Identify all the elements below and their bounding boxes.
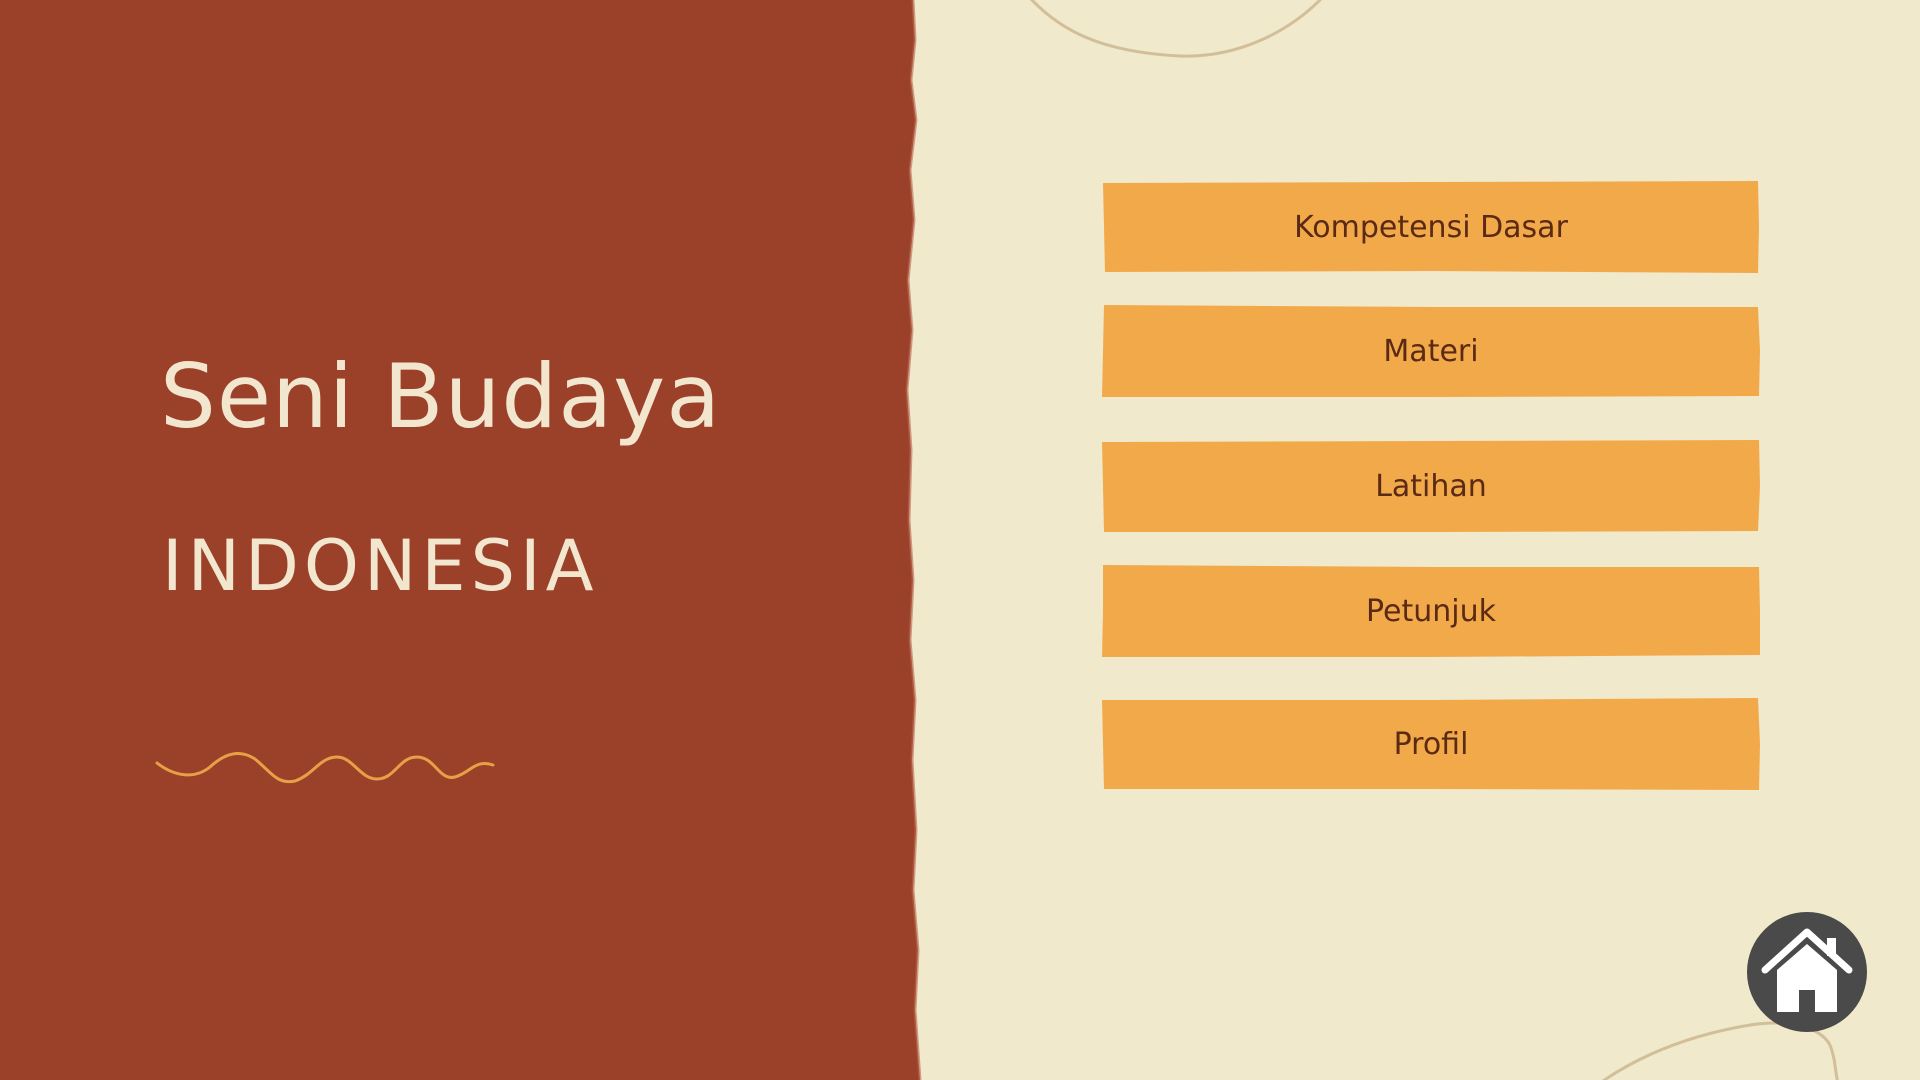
menu-button-latihan[interactable]: Latihan [1102, 440, 1760, 532]
menu-button-label: Profil [1393, 726, 1469, 762]
menu-button-kompetensi-dasar[interactable]: Kompetensi Dasar [1102, 181, 1760, 273]
menu-button-label: Petunjuk [1366, 593, 1496, 629]
squiggle-decoration [155, 751, 495, 784]
arc-decoration-top [1029, 0, 1322, 58]
page-subtitle: INDONESIA [162, 525, 599, 607]
menu-button-label: Kompetensi Dasar [1294, 209, 1568, 245]
home-icon [1761, 928, 1853, 1012]
menu-button-label: Latihan [1375, 468, 1487, 504]
slide-canvas: Seni Budaya INDONESIA Kompetensi Dasar M… [0, 0, 1920, 1080]
home-button[interactable] [1747, 912, 1867, 1032]
menu-button-label: Materi [1383, 333, 1479, 369]
menu-button-materi[interactable]: Materi [1102, 305, 1760, 397]
page-title: Seni Budaya [160, 345, 722, 448]
menu-button-petunjuk[interactable]: Petunjuk [1102, 565, 1760, 657]
menu-button-profil[interactable]: Profil [1102, 698, 1760, 790]
